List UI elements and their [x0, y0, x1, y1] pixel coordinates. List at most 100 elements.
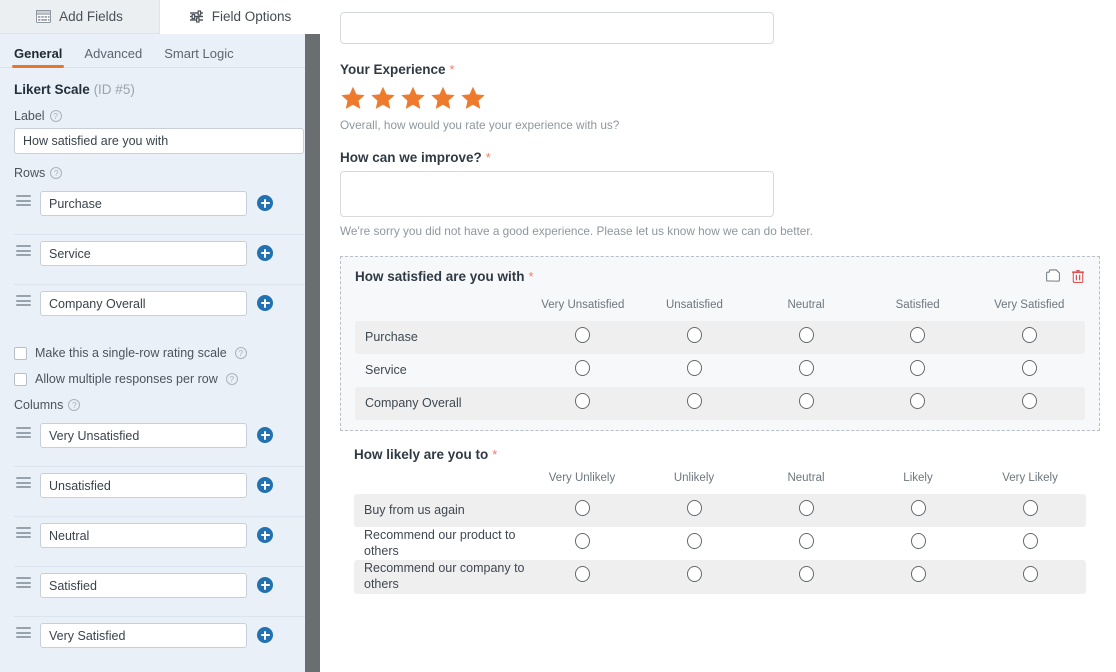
radio-icon[interactable] [799, 500, 814, 516]
drag-handle-icon[interactable] [16, 195, 31, 206]
likert-field-satisfied[interactable]: How satisfied are you with * [340, 256, 1100, 431]
multiple-responses-checkbox[interactable] [14, 373, 27, 386]
column-handle-col [14, 623, 40, 656]
radio-icon[interactable] [1023, 533, 1038, 549]
star-icon[interactable] [370, 85, 396, 111]
radio-icon[interactable] [687, 360, 702, 376]
label-input[interactable] [14, 128, 304, 154]
row-input[interactable] [40, 291, 247, 316]
radio-icon[interactable] [911, 566, 926, 582]
single-row-scale-checkbox[interactable] [14, 347, 27, 360]
likert-cell [974, 494, 1086, 527]
multiple-responses-label: Allow multiple responses per row [35, 372, 218, 386]
radio-icon[interactable] [575, 327, 590, 343]
subtab-advanced-label: Advanced [84, 46, 142, 61]
radio-icon[interactable] [687, 533, 702, 549]
multiple-responses-option[interactable]: Allow multiple responses per row ? [14, 372, 306, 386]
column-input[interactable] [40, 623, 247, 648]
duplicate-icon[interactable] [1046, 269, 1061, 289]
table-row: Recommend our product to others [354, 527, 1086, 560]
likert-cell [639, 387, 751, 420]
drag-handle-icon[interactable] [16, 245, 31, 256]
table-row: Service [355, 354, 1085, 387]
help-icon-single-row[interactable]: ? [235, 347, 247, 359]
radio-icon[interactable] [575, 500, 590, 516]
tab-field-options-label: Field Options [212, 9, 292, 24]
likert-satisfied-table: Very Unsatisfied Unsatisfied Neutral Sat… [355, 299, 1085, 420]
radio-icon[interactable] [799, 393, 814, 409]
tab-field-options[interactable]: Field Options [160, 0, 320, 34]
subtab-general[interactable]: General [14, 46, 62, 67]
column-input[interactable] [40, 573, 247, 598]
radio-icon[interactable] [1023, 566, 1038, 582]
row-input[interactable] [40, 241, 247, 266]
help-icon-columns[interactable]: ? [68, 399, 80, 411]
radio-icon[interactable] [575, 360, 590, 376]
drag-handle-icon[interactable] [16, 627, 31, 638]
improve-textarea[interactable] [340, 171, 774, 217]
radio-icon[interactable] [1022, 327, 1037, 343]
likert-field-likely[interactable]: How likely are you to * Very Unlikely Un… [340, 431, 1100, 604]
add-column-icon[interactable] [257, 427, 273, 443]
top-text-input[interactable] [340, 12, 774, 44]
radio-icon[interactable] [1023, 500, 1038, 516]
column-item [14, 567, 306, 617]
radio-icon[interactable] [575, 533, 590, 549]
radio-icon[interactable] [799, 533, 814, 549]
form-preview-panel: Your Experience * [320, 0, 1116, 672]
add-row-icon[interactable] [257, 195, 273, 211]
add-column-icon[interactable] [257, 527, 273, 543]
column-input[interactable] [40, 423, 247, 448]
likert-cell [750, 387, 862, 420]
radio-icon[interactable] [799, 566, 814, 582]
radio-icon[interactable] [687, 393, 702, 409]
drag-handle-icon[interactable] [16, 527, 31, 538]
likert-cell [750, 560, 862, 593]
radio-icon[interactable] [575, 393, 590, 409]
row-input[interactable] [40, 191, 247, 216]
add-row-icon[interactable] [257, 295, 273, 311]
subtab-smart-logic[interactable]: Smart Logic [164, 46, 233, 67]
radio-icon[interactable] [687, 327, 702, 343]
radio-icon[interactable] [575, 566, 590, 582]
star-rating[interactable] [340, 85, 1100, 111]
drag-handle-icon[interactable] [16, 477, 31, 488]
top-text-field [340, 12, 1100, 44]
column-input[interactable] [40, 473, 247, 498]
subtab-advanced[interactable]: Advanced [84, 46, 142, 67]
radio-icon[interactable] [1022, 393, 1037, 409]
single-row-scale-option[interactable]: Make this a single-row rating scale ? [14, 346, 306, 360]
rows-section-title: Rows ? [14, 166, 306, 180]
drag-handle-icon[interactable] [16, 295, 31, 306]
help-icon-multiple[interactable]: ? [226, 373, 238, 385]
help-icon-rows[interactable]: ? [50, 167, 62, 179]
radio-icon[interactable] [911, 533, 926, 549]
drag-handle-icon[interactable] [16, 427, 31, 438]
add-column-icon[interactable] [257, 627, 273, 643]
radio-icon[interactable] [1022, 360, 1037, 376]
radio-icon[interactable] [910, 393, 925, 409]
star-icon[interactable] [400, 85, 426, 111]
radio-icon[interactable] [687, 566, 702, 582]
trash-icon[interactable] [1071, 269, 1085, 289]
form-preview-inner: Your Experience * [320, 0, 1116, 604]
radio-icon[interactable] [911, 500, 926, 516]
add-column-icon[interactable] [257, 477, 273, 493]
star-icon[interactable] [340, 85, 366, 111]
tab-add-fields-label: Add Fields [59, 9, 123, 24]
add-row-icon[interactable] [257, 245, 273, 261]
column-input[interactable] [40, 523, 247, 548]
help-icon-label[interactable]: ? [50, 110, 62, 122]
star-icon[interactable] [460, 85, 486, 111]
radio-icon[interactable] [910, 360, 925, 376]
add-column-icon[interactable] [257, 577, 273, 593]
drag-handle-icon[interactable] [16, 577, 31, 588]
radio-icon[interactable] [799, 360, 814, 376]
star-icon[interactable] [430, 85, 456, 111]
tab-add-fields[interactable]: Add Fields [0, 0, 160, 34]
likert-header-row: Very Unsatisfied Unsatisfied Neutral Sat… [355, 299, 1085, 321]
radio-icon[interactable] [687, 500, 702, 516]
radio-icon[interactable] [910, 327, 925, 343]
radio-icon[interactable] [799, 327, 814, 343]
sidebar-scrollbar[interactable] [305, 34, 320, 672]
